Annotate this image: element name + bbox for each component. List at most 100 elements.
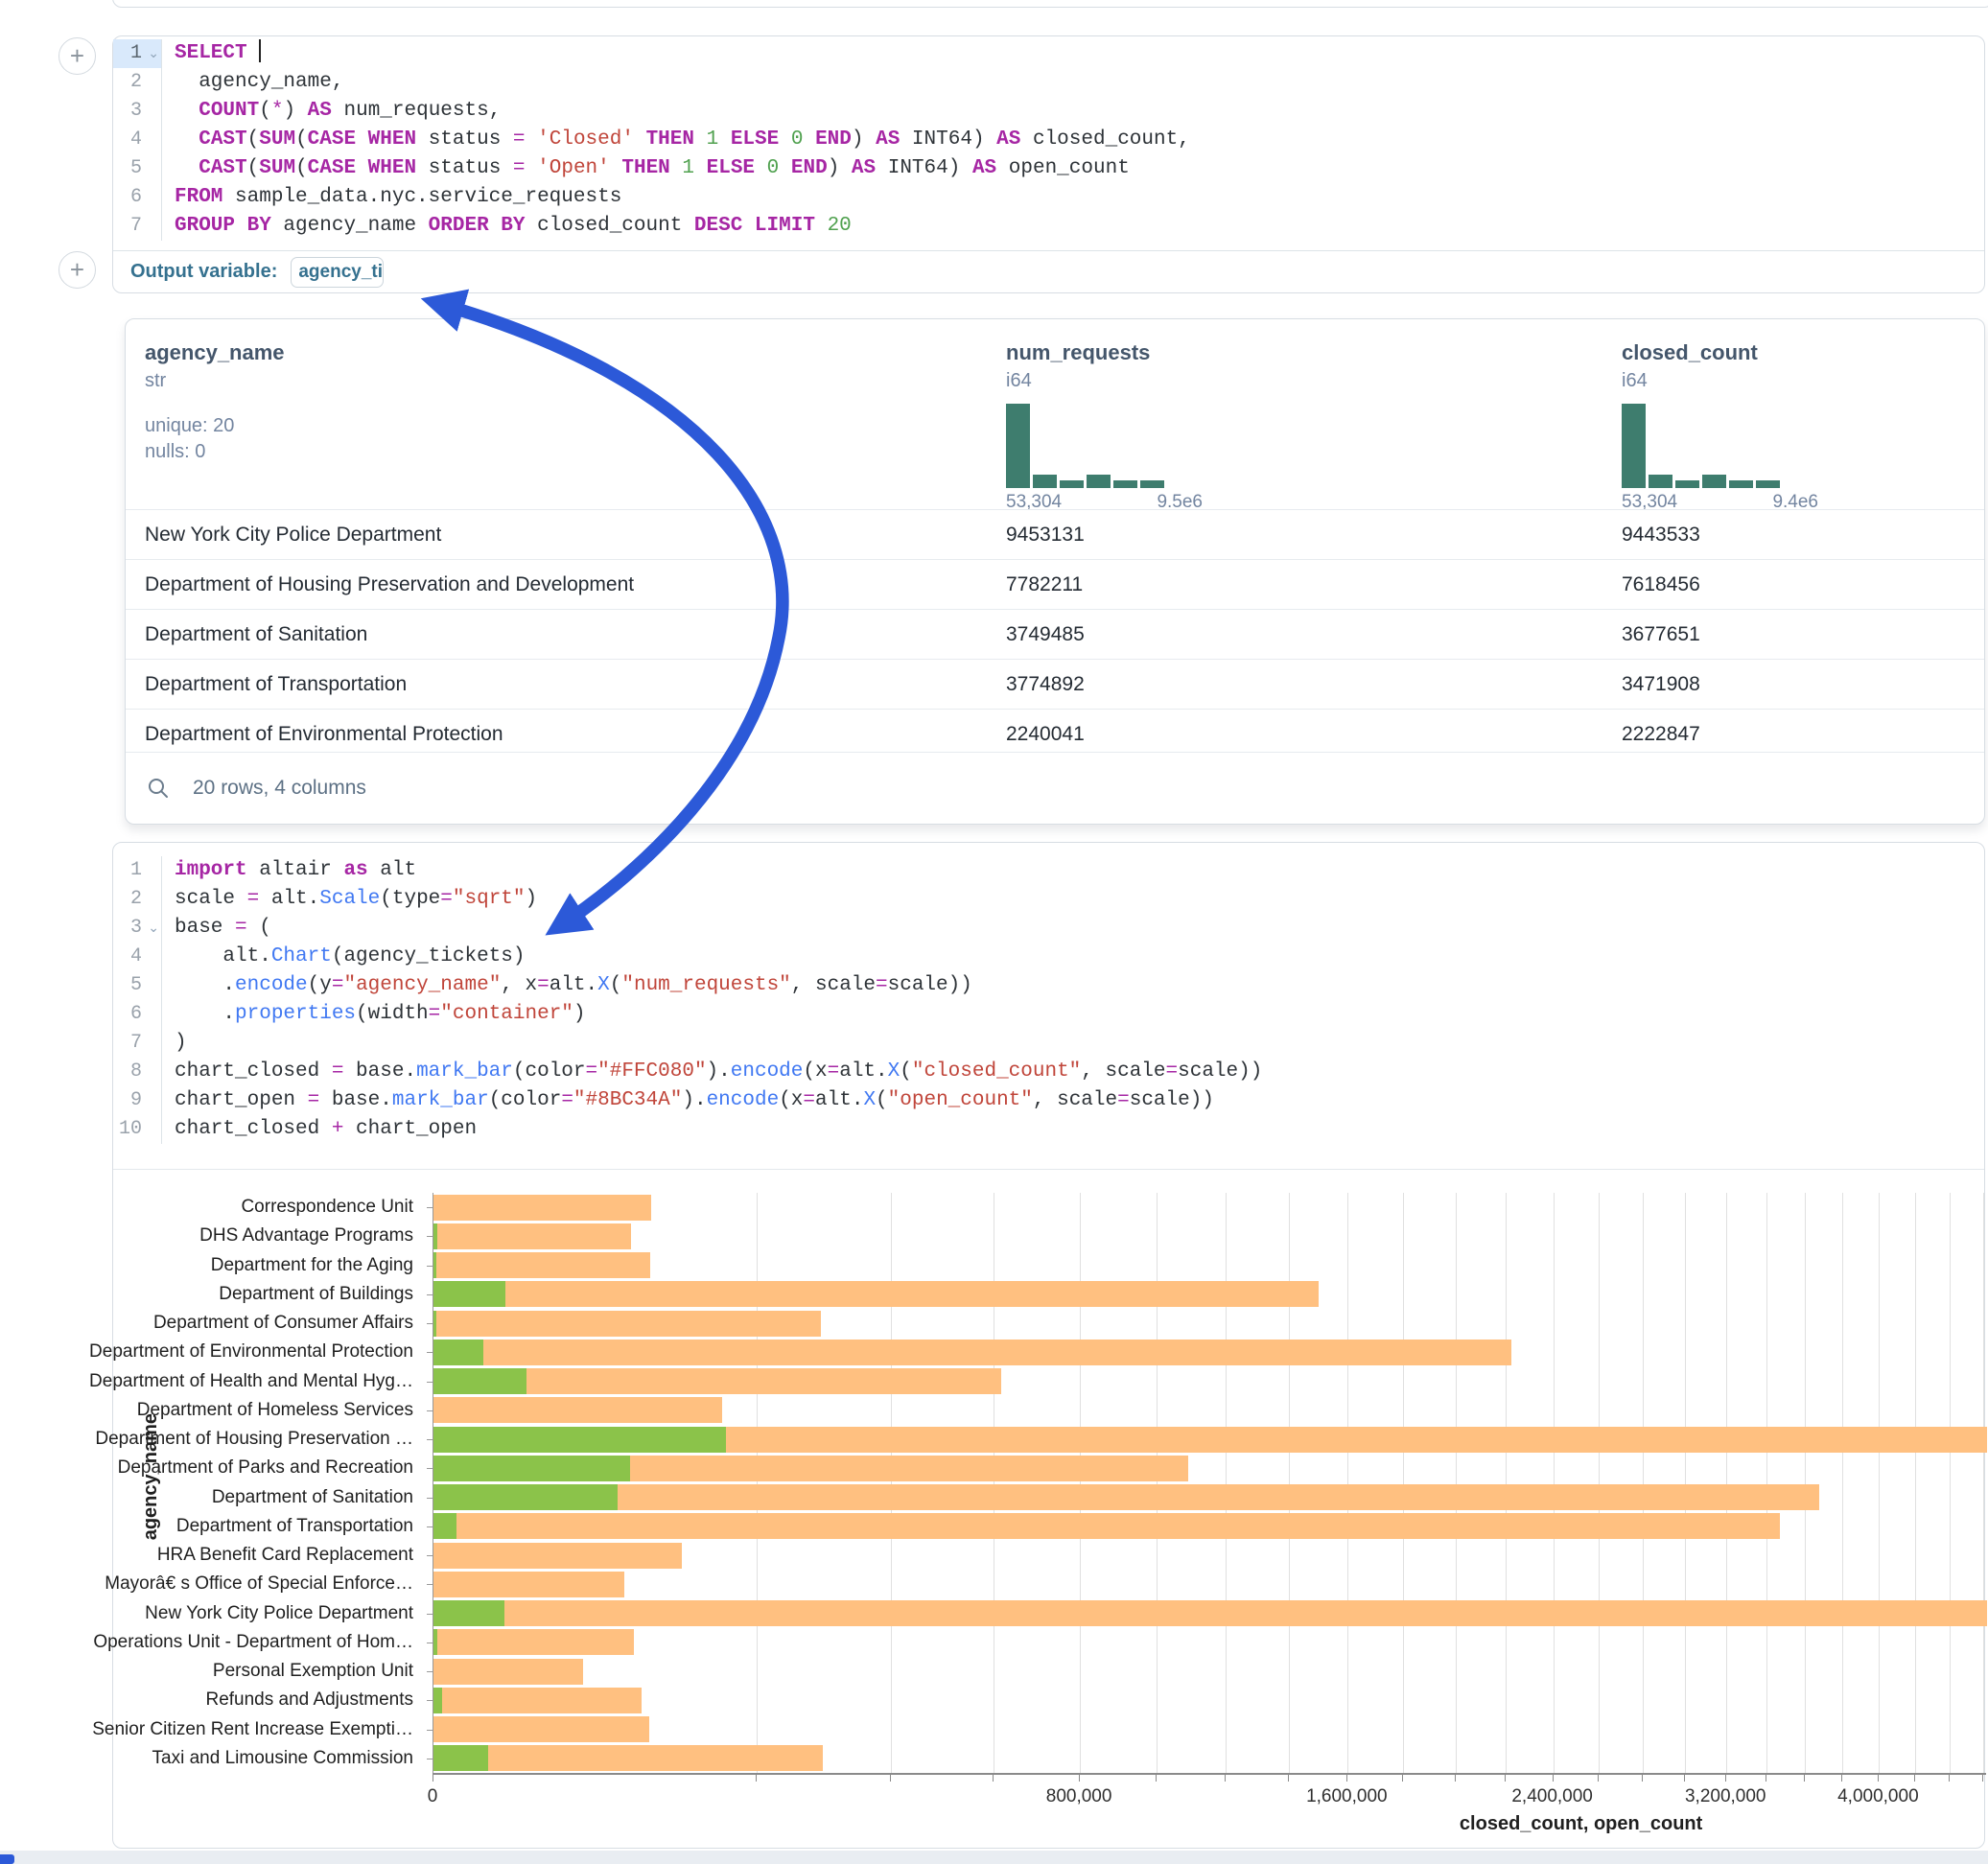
code-line[interactable]: GROUP BY agency_name ORDER BY closed_cou… (175, 212, 1984, 241)
sql-code-lines[interactable]: SELECT agency_name, COUNT(*) AS num_requ… (162, 39, 1984, 241)
line-number[interactable]: 5 (113, 971, 161, 1000)
search-icon[interactable] (147, 777, 170, 800)
line-number[interactable]: 2 (113, 68, 161, 97)
python-code-lines[interactable]: import altair as altscale = alt.Scale(ty… (162, 856, 1984, 1144)
gridline (1685, 1193, 1686, 1773)
x-axis-label: 800,000 (1046, 1786, 1112, 1807)
x-tick (1156, 1775, 1157, 1782)
y-tick (427, 1526, 433, 1527)
line-number[interactable]: 2 (113, 885, 161, 914)
result-table: agency_name str unique: 20 nulls: 0 num_… (125, 318, 1985, 825)
table-row[interactable]: Department of Sanitation37494853677651 (126, 609, 1984, 659)
line-number[interactable]: 6 (113, 1000, 161, 1029)
code-line[interactable]: chart_open = base.mark_bar(color="#8BC34… (175, 1086, 1984, 1115)
bar-closed_count (433, 1484, 1819, 1510)
table-cell: 2222847 (1622, 723, 1700, 746)
code-line[interactable]: .properties(width="container") (175, 1000, 1984, 1029)
chart-x-axis-line (433, 1773, 1986, 1775)
x-tick (1982, 1775, 1983, 1782)
gridline (757, 1193, 758, 1773)
code-line[interactable]: CAST(SUM(CASE WHEN status = 'Open' THEN … (175, 154, 1984, 183)
line-number[interactable]: 4 (113, 126, 161, 154)
gridline (1842, 1193, 1843, 1773)
line-number[interactable]: 6 (113, 183, 161, 212)
histogram-closed-count (1622, 402, 1780, 488)
column-name: num_requests (1006, 319, 1150, 365)
x-tick (1553, 1775, 1554, 1782)
column-name: agency_name (145, 319, 285, 365)
line-number[interactable]: 9 (113, 1086, 161, 1115)
line-number[interactable]: 3⌄ (113, 914, 161, 943)
gridline (1766, 1193, 1767, 1773)
add-cell-button-top[interactable]: + (58, 37, 96, 75)
code-line[interactable]: .encode(y="agency_name", x=alt.X("num_re… (175, 971, 1984, 1000)
table-row[interactable]: New York City Police Department945313194… (126, 509, 1984, 559)
line-number[interactable]: 5 (113, 154, 161, 183)
line-number[interactable]: 3 (113, 97, 161, 126)
y-axis-label: Department for the Aging (211, 1255, 413, 1276)
bar-open_count (433, 1340, 483, 1365)
code-line[interactable]: scale = alt.Scale(type="sqrt") (175, 885, 1984, 914)
fold-chevron-icon[interactable]: ⌄ (148, 915, 159, 944)
table-cell: New York City Police Department (145, 524, 441, 547)
bar-open_count (433, 1281, 505, 1307)
code-line[interactable]: chart_closed + chart_open (175, 1115, 1984, 1144)
line-number[interactable]: 4 (113, 943, 161, 971)
y-axis-label: Mayorâ€ s Office of Special Enforce… (105, 1573, 413, 1595)
gridline (1879, 1193, 1880, 1773)
x-tick (756, 1775, 757, 1782)
code-line[interactable]: FROM sample_data.nyc.service_requests (175, 183, 1984, 212)
code-line[interactable]: import altair as alt (175, 856, 1984, 885)
line-number[interactable]: 7 (113, 212, 161, 241)
table-row[interactable]: Department of Transportation377489234719… (126, 659, 1984, 709)
table-cell: 9453131 (1006, 524, 1085, 547)
table-row[interactable]: Department of Housing Preservation and D… (126, 559, 1984, 609)
y-tick (427, 1352, 433, 1353)
fold-chevron-icon[interactable]: ⌄ (148, 40, 159, 69)
y-axis-label: Department of Parks and Recreation (118, 1457, 413, 1479)
bar-open_count (433, 1456, 630, 1481)
bar-open_count (433, 1513, 456, 1539)
y-tick (427, 1323, 433, 1324)
code-line[interactable]: chart_closed = base.mark_bar(color="#FFC… (175, 1058, 1984, 1086)
code-line[interactable]: alt.Chart(agency_tickets) (175, 943, 1984, 971)
table-cell: 3749485 (1006, 623, 1085, 646)
gridline (1915, 1193, 1916, 1773)
line-number[interactable]: 1⌄ (113, 39, 161, 68)
gridline (1726, 1193, 1727, 1773)
y-tick (427, 1207, 433, 1208)
altair-chart-output: agency_name Correspondence UnitDHS Advan… (113, 1169, 1984, 1848)
x-tick (1598, 1775, 1599, 1782)
code-line[interactable]: CAST(SUM(CASE WHEN status = 'Closed' THE… (175, 126, 1984, 154)
code-line[interactable]: base = ( (175, 914, 1984, 943)
code-line[interactable]: ) (175, 1029, 1984, 1058)
chart-plot-area (433, 1193, 1987, 1773)
column-header-num-requests: num_requests i64 53,3049.5e6 (1006, 319, 1150, 509)
python-code-editor[interactable]: 123⌄45678910 import altair as altscale =… (113, 843, 1984, 1144)
output-variable-label: Output variable: (130, 261, 277, 283)
x-tick (1642, 1775, 1643, 1782)
y-tick (427, 1236, 433, 1237)
add-cell-button-middle[interactable]: + (58, 251, 96, 289)
line-number[interactable]: 10 (113, 1115, 161, 1144)
table-cell: 3774892 (1006, 673, 1085, 696)
x-tick (890, 1775, 891, 1782)
x-tick (1878, 1775, 1879, 1782)
table-cell: 3471908 (1622, 673, 1700, 696)
code-line[interactable]: agency_name, (175, 68, 1984, 97)
line-number[interactable]: 1 (113, 856, 161, 885)
x-tick (1949, 1775, 1950, 1782)
y-axis-label: DHS Advantage Programs (199, 1225, 413, 1247)
column-type: i64 (1006, 370, 1150, 392)
code-line[interactable]: COUNT(*) AS num_requests, (175, 97, 1984, 126)
y-axis-label: Department of Sanitation (212, 1487, 413, 1508)
output-variable-chip[interactable]: agency_tickets (291, 257, 384, 288)
bar-closed_count (433, 1716, 649, 1742)
x-tick (1684, 1775, 1685, 1782)
line-number[interactable]: 7 (113, 1029, 161, 1058)
gridline (1599, 1193, 1600, 1773)
sql-code-editor[interactable]: 1⌄234567 SELECT agency_name, COUNT(*) AS… (113, 36, 1984, 241)
code-line[interactable]: SELECT (175, 39, 1984, 68)
x-tick (1346, 1775, 1347, 1782)
line-number[interactable]: 8 (113, 1058, 161, 1086)
